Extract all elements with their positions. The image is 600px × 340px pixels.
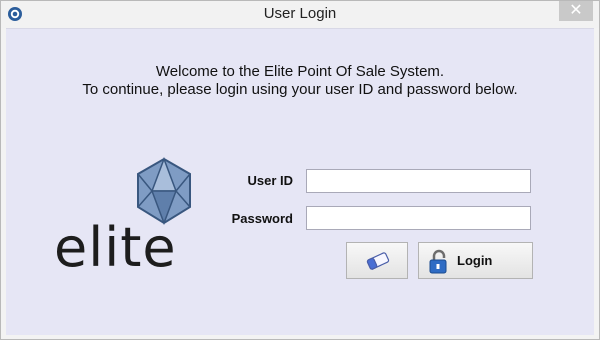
- login-window: User Login ✕ Welcome to the Elite Point …: [0, 0, 600, 340]
- login-panel: Welcome to the Elite Point Of Sale Syste…: [6, 28, 594, 335]
- welcome-line-2: To continue, please login using your use…: [82, 81, 518, 98]
- logo-wordmark: elite: [54, 216, 177, 279]
- elite-logo: elite: [54, 157, 199, 301]
- password-input[interactable]: [306, 206, 531, 230]
- padlock-icon: [429, 249, 447, 274]
- user-id-label: User ID: [247, 173, 293, 188]
- eraser-icon: [366, 252, 390, 270]
- close-button[interactable]: ✕: [559, 1, 593, 21]
- login-button[interactable]: Login: [418, 242, 533, 279]
- title-bar[interactable]: User Login ✕: [1, 1, 599, 28]
- window-title: User Login: [263, 5, 337, 22]
- login-label: Login: [457, 253, 493, 268]
- password-label: Password: [231, 211, 293, 226]
- user-id-input[interactable]: [306, 169, 531, 193]
- welcome-message: Welcome to the Elite Point Of Sale Syste…: [6, 63, 594, 99]
- welcome-line-1: Welcome to the Elite Point Of Sale Syste…: [155, 63, 445, 80]
- clear-button[interactable]: [346, 242, 408, 279]
